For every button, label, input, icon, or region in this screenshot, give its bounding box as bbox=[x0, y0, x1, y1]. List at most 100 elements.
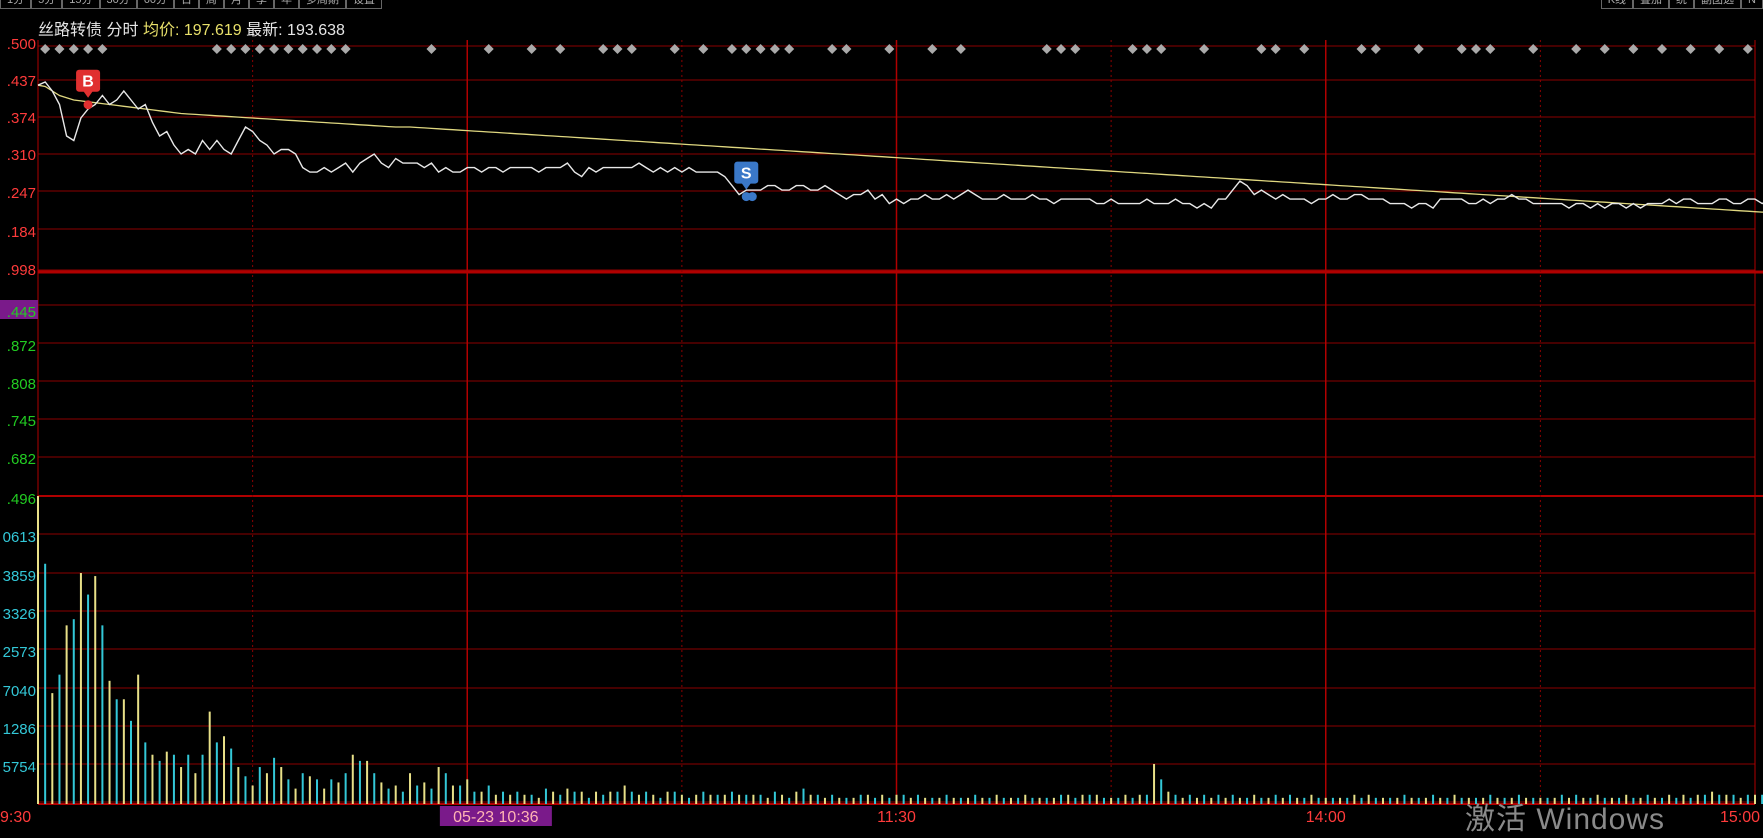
volume-bar-40 bbox=[323, 788, 326, 804]
volume-bar-152 bbox=[1124, 794, 1127, 804]
volume-bar-93 bbox=[702, 791, 705, 804]
volume-bar-231 bbox=[1689, 797, 1692, 804]
volume-bar-17 bbox=[158, 760, 161, 804]
volume-axis-label-3: 3326 bbox=[3, 606, 36, 623]
volume-bar-54 bbox=[423, 782, 426, 804]
volume-bar-3 bbox=[58, 674, 61, 804]
volume-bar-22 bbox=[194, 773, 197, 804]
volume-bar-173 bbox=[1274, 794, 1277, 804]
volume-bar-44 bbox=[351, 754, 354, 804]
volume-bar-228 bbox=[1668, 794, 1671, 804]
volume-bar-33 bbox=[273, 757, 276, 804]
volume-bar-239 bbox=[1746, 794, 1749, 804]
volume-bar-76 bbox=[580, 791, 583, 804]
volume-bar-232 bbox=[1696, 794, 1699, 804]
volume-bar-53 bbox=[416, 785, 419, 804]
volume-bar-34 bbox=[280, 767, 283, 804]
price-axis-label-9: .808 bbox=[7, 376, 36, 393]
volume-bar-13 bbox=[130, 720, 133, 804]
volume-bar-135 bbox=[1002, 797, 1005, 804]
volume-bar-112 bbox=[838, 797, 841, 804]
volume-bar-14 bbox=[137, 674, 140, 804]
volume-bar-21 bbox=[187, 754, 190, 804]
volume-bar-60 bbox=[466, 779, 469, 804]
volume-bar-80 bbox=[609, 791, 612, 804]
price-axis-label-1: .437 bbox=[7, 73, 36, 90]
volume-bar-68 bbox=[523, 794, 526, 804]
volume-bar-63 bbox=[487, 785, 490, 804]
volume-bar-71 bbox=[544, 788, 547, 804]
trade-marker-dot-B bbox=[83, 100, 93, 110]
volume-bar-65 bbox=[502, 791, 505, 804]
volume-bar-102 bbox=[766, 797, 769, 804]
volume-bar-130 bbox=[967, 797, 970, 804]
volume-bar-105 bbox=[788, 797, 791, 804]
volume-bar-52 bbox=[409, 773, 412, 804]
volume-bar-109 bbox=[816, 794, 819, 804]
volume-bar-197 bbox=[1446, 797, 1449, 804]
volume-bar-78 bbox=[595, 791, 598, 804]
volume-bar-179 bbox=[1317, 797, 1320, 804]
volume-bar-191 bbox=[1403, 794, 1406, 804]
volume-bar-88 bbox=[666, 791, 669, 804]
volume-bar-141 bbox=[1045, 797, 1048, 804]
volume-bar-108 bbox=[809, 794, 812, 804]
volume-bar-195 bbox=[1432, 794, 1435, 804]
volume-bar-146 bbox=[1081, 794, 1084, 804]
volume-axis-label-7: 5754 bbox=[3, 759, 36, 776]
volume-bar-81 bbox=[616, 791, 619, 804]
volume-bar-133 bbox=[988, 797, 991, 804]
volume-bar-198 bbox=[1453, 794, 1456, 804]
volume-bar-182 bbox=[1339, 797, 1342, 804]
volume-bar-48 bbox=[380, 782, 383, 804]
volume-bar-230 bbox=[1682, 794, 1685, 804]
volume-bar-162 bbox=[1195, 797, 1198, 804]
volume-bar-79 bbox=[602, 794, 605, 804]
volume-bar-176 bbox=[1296, 797, 1299, 804]
volume-bar-121 bbox=[902, 794, 905, 804]
volume-bar-127 bbox=[945, 794, 948, 804]
volume-bar-117 bbox=[874, 797, 877, 804]
price-axis-label-10: .745 bbox=[7, 413, 36, 430]
volume-bar-66 bbox=[509, 794, 512, 804]
trade-marker-dot2-S bbox=[747, 192, 757, 202]
volume-bar-99 bbox=[745, 794, 748, 804]
volume-bar-62 bbox=[480, 791, 483, 804]
volume-bar-27 bbox=[230, 748, 233, 804]
volume-bar-160 bbox=[1181, 797, 1184, 804]
volume-bar-86 bbox=[652, 794, 655, 804]
volume-bar-142 bbox=[1052, 797, 1055, 804]
volume-bar-234 bbox=[1711, 791, 1714, 804]
volume-bar-170 bbox=[1253, 794, 1256, 804]
volume-bar-46 bbox=[366, 760, 369, 804]
volume-axis-label-6: 1286 bbox=[3, 721, 36, 738]
volume-bar-97 bbox=[730, 791, 733, 804]
volume-bar-90 bbox=[680, 794, 683, 804]
volume-bar-64 bbox=[494, 794, 497, 804]
volume-bar-190 bbox=[1396, 797, 1399, 804]
trade-marker-label-S: S bbox=[741, 166, 752, 183]
time-label-4: 15:00 bbox=[1720, 809, 1760, 826]
volume-axis-label-0: .496 bbox=[7, 491, 36, 508]
volume-bar-235 bbox=[1718, 794, 1721, 804]
volume-bar-187 bbox=[1374, 797, 1377, 804]
volume-bar-87 bbox=[659, 797, 662, 804]
volume-bar-151 bbox=[1117, 797, 1120, 804]
volume-bar-126 bbox=[938, 797, 941, 804]
volume-bar-74 bbox=[566, 788, 569, 804]
price-axis-label-0: .500 bbox=[7, 36, 36, 53]
volume-bar-37 bbox=[301, 773, 304, 804]
volume-bar-233 bbox=[1703, 794, 1706, 804]
volume-bar-178 bbox=[1310, 794, 1313, 804]
volume-bar-229 bbox=[1675, 797, 1678, 804]
time-label-2: 11:30 bbox=[877, 809, 916, 826]
volume-bar-110 bbox=[823, 797, 826, 804]
volume-bar-69 bbox=[530, 794, 533, 804]
volume-bar-43 bbox=[344, 773, 347, 804]
intraday-chart[interactable]: .500 .437 .374 .310 .247 .184 .998 .445 .872 .808… bbox=[0, 0, 1763, 828]
volume-bar-237 bbox=[1732, 794, 1735, 804]
volume-bar-7 bbox=[87, 594, 90, 804]
volume-bar-149 bbox=[1102, 797, 1105, 804]
volume-bar-116 bbox=[866, 794, 869, 804]
volume-bar-111 bbox=[831, 794, 834, 804]
